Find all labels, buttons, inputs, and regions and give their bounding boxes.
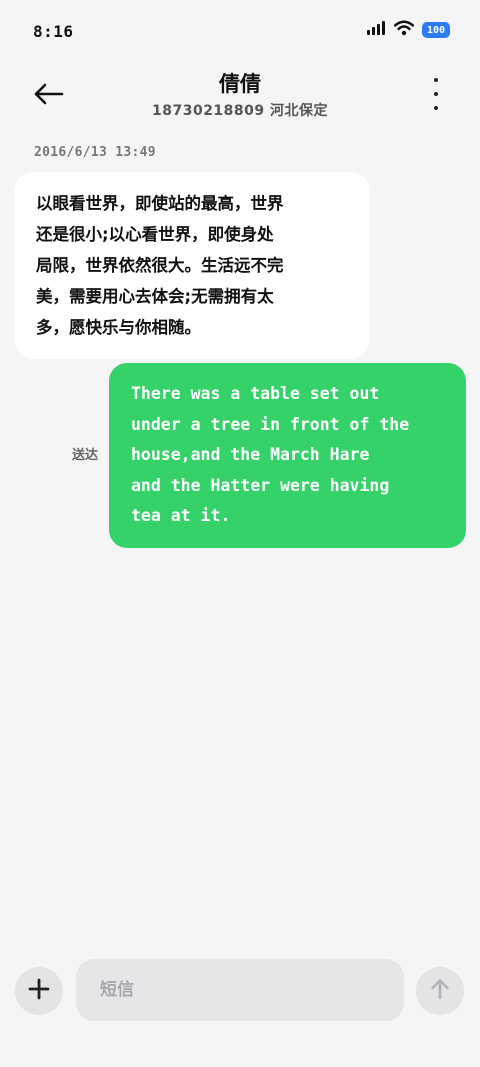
message-input[interactable] <box>76 959 404 1021</box>
contact-number-location: 18730218809 河北保定 <box>151 103 329 119</box>
delivery-status: 送达 <box>72 448 99 463</box>
more-vertical-icon <box>434 106 438 110</box>
message-line: house,and the March Hare <box>131 445 370 464</box>
message-line: 美，需要用心去体会;无需拥有太 <box>36 287 274 306</box>
battery-icon: 100 <box>422 22 450 38</box>
message-line: There was a table set out <box>131 384 380 403</box>
status-time: 8:16 <box>33 22 74 41</box>
send-button[interactable] <box>416 967 464 1015</box>
sms-conversation-screen: 8:16 100 倩倩 18730218809 河北保定 2016/6/13 1… <box>0 0 480 1067</box>
status-bar: 8:16 100 <box>0 0 480 60</box>
message-timestamp: 2016/6/13 13:49 <box>34 145 156 160</box>
incoming-message-bubble[interactable]: 以眼看世界，即使站的最高，世界 还是很小;以心看世界，即使身处 局限，世界依然很… <box>14 172 370 359</box>
more-vertical-icon <box>434 92 438 96</box>
message-line: 局限，世界依然很大。生活远不完 <box>36 256 284 275</box>
conversation-header: 倩倩 18730218809 河北保定 <box>0 60 480 130</box>
message-line: and the Hatter were having <box>131 475 390 495</box>
outgoing-message-bubble[interactable]: There was a table set out under a tree i… <box>109 363 466 548</box>
message-line: under a tree in front of the <box>131 414 410 434</box>
contact-name[interactable]: 倩倩 <box>0 68 480 98</box>
wifi-icon <box>393 20 415 40</box>
message-line: tea at it. <box>131 506 231 525</box>
message-line: 还是很小;以心看世界，即使身处 <box>36 225 274 244</box>
status-icons: 100 <box>366 20 450 40</box>
attach-button[interactable] <box>15 967 63 1015</box>
signal-icon <box>366 20 386 40</box>
message-line: 以眼看世界，即使站的最高，世界 <box>36 194 284 213</box>
more-options-button[interactable] <box>426 78 446 110</box>
send-arrow-up-icon <box>429 978 451 1004</box>
compose-bar <box>0 938 480 1067</box>
more-vertical-icon <box>434 78 438 82</box>
message-line: 多，愿快乐与你相随。 <box>36 318 201 337</box>
plus-icon <box>28 978 50 1004</box>
